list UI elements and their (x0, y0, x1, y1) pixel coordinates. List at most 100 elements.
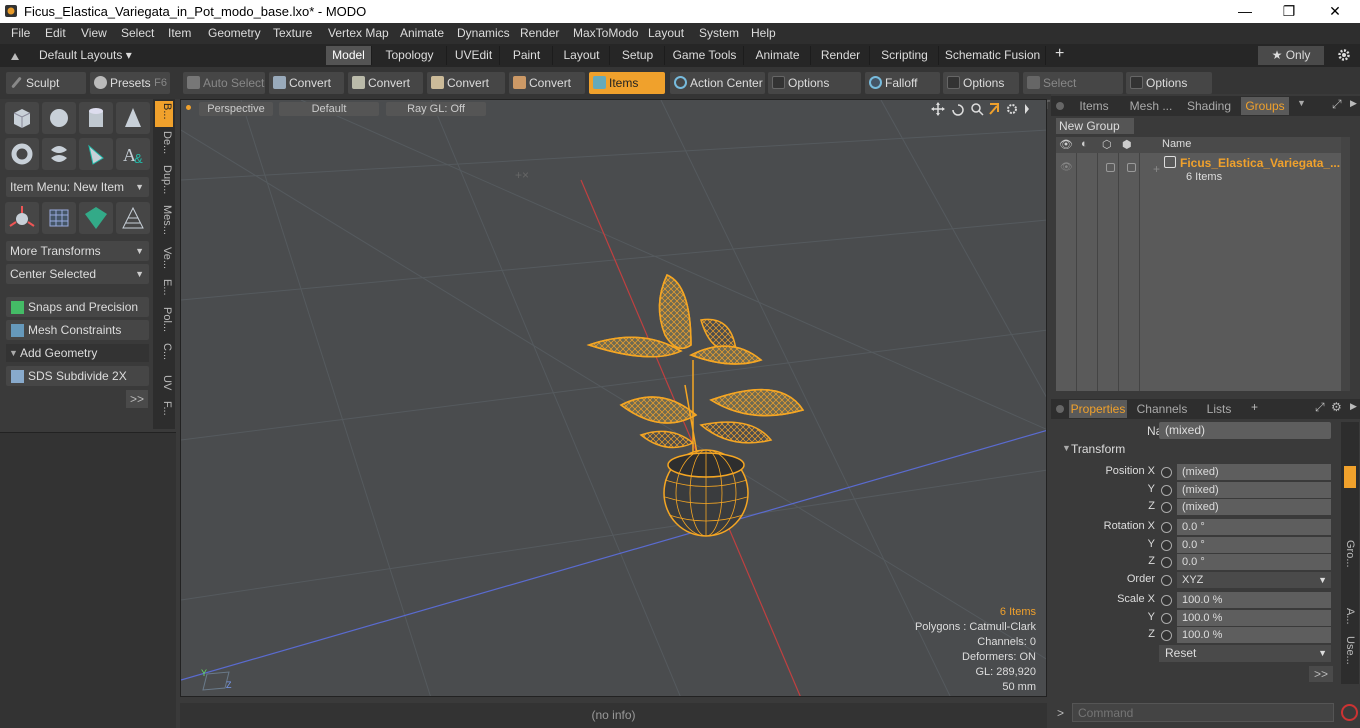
menu-texture[interactable]: Texture (273, 26, 312, 40)
falloff-options-button[interactable]: Options (943, 72, 1019, 94)
order-anim-toggle[interactable] (1161, 575, 1172, 586)
grid-tool[interactable] (42, 202, 76, 234)
scale-y-field[interactable]: 100.0 % (1177, 610, 1331, 626)
tab-layout[interactable]: Layout (554, 46, 610, 65)
default-layouts-dropdown[interactable]: Default Layouts ▾ (39, 48, 132, 62)
add-tab-button[interactable]: + (1055, 45, 1064, 63)
vtab-mesh-edit[interactable]: Mes... (155, 205, 173, 235)
sds-subdivide-button[interactable]: SDS Subdivide 2X (6, 366, 149, 386)
rotation-z-anim-toggle[interactable] (1161, 557, 1172, 568)
position-y-anim-toggle[interactable] (1161, 485, 1172, 496)
expand-plus-icon[interactable]: + (1153, 162, 1160, 176)
order-dropdown[interactable]: XYZ ▼ (1177, 572, 1331, 588)
convert-edges-button[interactable]: Convert (348, 72, 423, 94)
row-select-checkbox[interactable] (1127, 163, 1136, 172)
tab-animate[interactable]: Animate (745, 46, 811, 65)
side-tab-groups[interactable]: Gro... (1344, 540, 1356, 568)
tab-topology[interactable]: Topology (373, 46, 447, 65)
action-center-options-button[interactable]: Options (768, 72, 861, 94)
cube-tool[interactable] (5, 102, 39, 134)
vtab-vertex[interactable]: Ve... (155, 247, 173, 269)
vtab-basic[interactable]: B... (155, 103, 173, 120)
rotation-x-anim-toggle[interactable] (1161, 522, 1172, 533)
center-selected-dropdown[interactable]: Center Selected ▼ (6, 264, 149, 284)
side-tab-a[interactable]: A... (1344, 608, 1356, 625)
text-tool[interactable]: A & (116, 138, 150, 170)
tab-channels[interactable]: Channels (1131, 400, 1193, 418)
close-button[interactable]: ✕ (1312, 0, 1358, 23)
presets-button[interactable]: Presets F6 (90, 72, 170, 94)
new-group-button[interactable]: New Group (1056, 118, 1134, 134)
add-tab-button[interactable]: + (1251, 400, 1258, 414)
select-through-options-button[interactable]: Options (1126, 72, 1212, 94)
group-row[interactable]: 👁 + Ficus_Elastica_Variegata_... 6 Items (1056, 155, 1341, 185)
3d-viewport[interactable]: +× Perspective Default Ray GL: Off 6 Ite… (180, 99, 1047, 697)
sphere-tool[interactable] (42, 102, 76, 134)
position-x-field[interactable]: (mixed) (1177, 464, 1331, 480)
select-icon[interactable]: ⬢ (1122, 138, 1132, 151)
reset-dropdown[interactable]: Reset ▼ (1159, 645, 1331, 662)
rotation-z-field[interactable]: 0.0 ° (1177, 554, 1331, 570)
action-center-button[interactable]: Action Center (670, 72, 765, 94)
snaps-precision-button[interactable]: Snaps and Precision (6, 297, 149, 317)
maximize-panel-icon[interactable]: ⤢ (1315, 400, 1325, 415)
restore-button[interactable]: ❐ (1266, 0, 1312, 23)
menu-edit[interactable]: Edit (45, 26, 66, 40)
maximize-panel-icon[interactable]: ⤢ (1332, 97, 1342, 112)
falloff-button[interactable]: Falloff (865, 72, 940, 94)
tab-groups[interactable]: Groups (1241, 97, 1289, 115)
menu-view[interactable]: View (81, 26, 107, 40)
menu-vertex-map[interactable]: Vertex Map (328, 26, 389, 40)
raygl-toggle[interactable]: Ray GL: Off (386, 102, 486, 116)
tab-render[interactable]: Render (812, 46, 870, 65)
viewport-nav-controls[interactable] (930, 101, 1030, 117)
menu-maxtomodo[interactable]: MaxToModo (573, 26, 638, 40)
position-z-anim-toggle[interactable] (1161, 502, 1172, 513)
tab-lists[interactable]: Lists (1195, 400, 1243, 418)
menu-layout[interactable]: Layout (648, 26, 684, 40)
cylinder-tool[interactable] (79, 102, 113, 134)
render-icon[interactable]: ◐ (1081, 138, 1088, 150)
vtab-polygon[interactable]: Pol... (155, 307, 173, 332)
more-tools-button[interactable]: >> (126, 390, 148, 408)
select-through-button[interactable]: Select Through (1023, 72, 1123, 112)
tab-mesh-ops[interactable]: Mesh ... (1123, 97, 1179, 115)
tab-scripting[interactable]: Scripting (871, 46, 939, 65)
vtab-duplicate[interactable]: Dup... (155, 165, 173, 194)
position-x-anim-toggle[interactable] (1161, 467, 1172, 478)
convert-polygons-button[interactable]: Convert (427, 72, 505, 94)
menu-item[interactable]: Item (168, 26, 191, 40)
rotation-y-anim-toggle[interactable] (1161, 540, 1172, 551)
name-field[interactable]: (mixed) (1159, 422, 1331, 439)
layout-pin-icon[interactable] (9, 50, 21, 62)
position-y-field[interactable]: (mixed) (1177, 482, 1331, 498)
rotation-x-field[interactable]: 0.0 ° (1177, 519, 1331, 535)
tab-schematic-fusion[interactable]: Schematic Fusion (940, 46, 1046, 65)
rotation-y-field[interactable]: 0.0 ° (1177, 537, 1331, 553)
vtab-curve[interactable]: C... (155, 343, 173, 360)
scale-x-anim-toggle[interactable] (1161, 595, 1172, 606)
menu-help[interactable]: Help (751, 26, 776, 40)
tab-shading[interactable]: Shading (1181, 97, 1237, 115)
menu-file[interactable]: File (11, 26, 30, 40)
side-tab-user[interactable]: Use... (1344, 636, 1356, 665)
add-geometry-section[interactable]: ▼ Add Geometry (6, 344, 149, 362)
row-eye-icon[interactable]: 👁 (1060, 162, 1073, 173)
tab-setup[interactable]: Setup (611, 46, 665, 65)
vtab-edge[interactable]: E... (155, 279, 173, 296)
scale-z-anim-toggle[interactable] (1161, 630, 1172, 641)
scale-y-anim-toggle[interactable] (1161, 613, 1172, 624)
tab-items[interactable]: Items (1069, 97, 1119, 115)
minimize-button[interactable]: — (1222, 0, 1268, 23)
panel-arrow-icon[interactable]: ▶ (1350, 98, 1357, 109)
tab-model[interactable]: Model (326, 46, 372, 65)
tab-menu-arrow-icon[interactable]: ▼ (1297, 98, 1306, 108)
menu-system[interactable]: System (699, 26, 739, 40)
menu-select[interactable]: Select (121, 26, 154, 40)
panel-arrow-icon[interactable]: ▶ (1350, 401, 1357, 412)
row-lock-checkbox[interactable] (1106, 163, 1115, 172)
tab-paint[interactable]: Paint (501, 46, 553, 65)
tab-uvedit[interactable]: UVEdit (448, 46, 500, 65)
capsule-tool[interactable] (42, 138, 76, 170)
more-properties-button[interactable]: >> (1309, 666, 1333, 682)
